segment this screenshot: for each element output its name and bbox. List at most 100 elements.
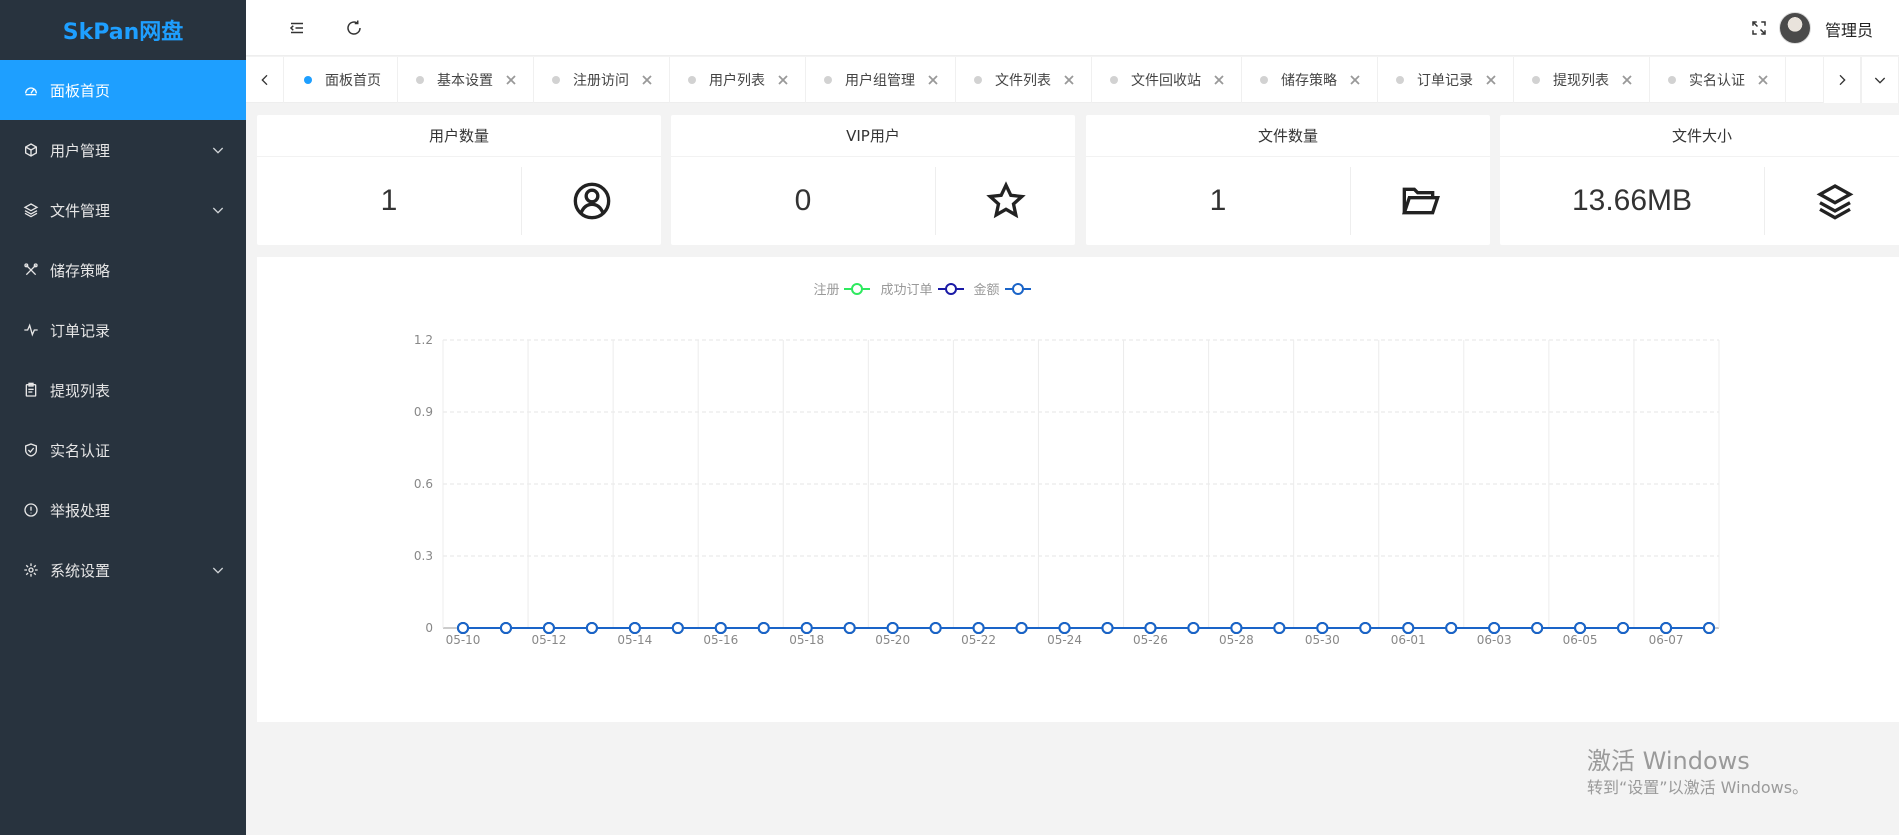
data-point [1617, 622, 1630, 634]
pulse-icon [22, 321, 40, 339]
tab-label: 用户组管理 [845, 73, 915, 89]
card-value: 0 [794, 184, 812, 217]
data-point [1316, 622, 1329, 634]
x-tick-label: 05-16 [703, 633, 738, 647]
layers-icon [1765, 157, 1899, 245]
sidebar-item-3[interactable]: 储存策略 [0, 240, 246, 300]
x-tick-label: 05-28 [1219, 633, 1254, 647]
sidebar-item-label: 储存策略 [50, 261, 111, 280]
tab-status-dot [1110, 76, 1118, 84]
tab-7[interactable]: 储存策略 [1242, 57, 1378, 103]
star-icon [936, 157, 1075, 245]
sidebar-item-1[interactable]: 用户管理 [0, 120, 246, 180]
close-icon[interactable] [1621, 74, 1633, 86]
tab-3[interactable]: 用户列表 [670, 57, 806, 103]
x-tick-label: 06-07 [1649, 633, 1684, 647]
data-point [499, 622, 512, 634]
tabs-scroll-right-icon[interactable] [1823, 57, 1861, 103]
chevron-down-icon [210, 202, 226, 218]
user-name[interactable]: 管理员 [1825, 17, 1873, 41]
tab-0[interactable]: 面板首页 [286, 57, 398, 103]
sidebar-item-label: 举报处理 [50, 501, 111, 520]
tab-status-dot [304, 76, 312, 84]
card-value: 1 [380, 184, 398, 217]
sidebar-item-8[interactable]: 系统设置 [0, 540, 246, 600]
refresh-icon[interactable] [342, 16, 366, 40]
close-icon[interactable] [1757, 74, 1769, 86]
close-icon[interactable] [505, 74, 517, 86]
tab-status-dot [1668, 76, 1676, 84]
x-tick-label: 05-10 [446, 633, 481, 647]
x-tick-label: 05-12 [531, 633, 566, 647]
y-tick-label: 0.3 [414, 549, 433, 563]
close-icon[interactable] [1485, 74, 1497, 86]
collapse-menu-icon[interactable] [285, 16, 309, 40]
avatar[interactable] [1779, 12, 1811, 44]
tab-status-dot [688, 76, 696, 84]
sidebar-item-0[interactable]: 面板首页 [0, 60, 246, 120]
data-point [542, 622, 555, 634]
tabs-scroll-left-icon[interactable] [246, 57, 284, 103]
x-tick-label: 05-18 [789, 633, 824, 647]
tab-8[interactable]: 订单记录 [1378, 57, 1514, 103]
data-point [886, 622, 899, 634]
tab-2[interactable]: 注册访问 [534, 57, 670, 103]
shield-check-icon [22, 441, 40, 459]
tab-status-dot [824, 76, 832, 84]
close-icon[interactable] [927, 74, 939, 86]
tab-label: 基本设置 [437, 73, 493, 89]
sidebar-item-6[interactable]: 实名认证 [0, 420, 246, 480]
dashboard-icon [22, 81, 40, 99]
close-icon[interactable] [1349, 74, 1361, 86]
data-point [1445, 622, 1458, 634]
data-point [1488, 622, 1501, 634]
fullscreen-icon[interactable] [1747, 16, 1771, 40]
sidebar-item-4[interactable]: 订单记录 [0, 300, 246, 360]
x-tick-label: 05-26 [1133, 633, 1168, 647]
x-tick-label: 05-30 [1305, 633, 1340, 647]
tab-5[interactable]: 文件列表 [956, 57, 1092, 103]
tab-1[interactable]: 基本设置 [398, 57, 534, 103]
data-point [843, 622, 856, 634]
x-tick-label: 06-01 [1391, 633, 1426, 647]
top-header: 管理员 [246, 0, 1899, 56]
close-icon[interactable] [641, 74, 653, 86]
x-tick-label: 06-03 [1477, 633, 1512, 647]
data-point [1359, 622, 1372, 634]
data-point [1058, 622, 1071, 634]
x-tick-label: 05-14 [617, 633, 652, 647]
sidebar-item-label: 提现列表 [50, 381, 111, 400]
sidebar-item-label: 面板首页 [50, 81, 111, 100]
watermark-line-1: 激活 Windows [1587, 747, 1750, 775]
tab-9[interactable]: 提现列表 [1514, 57, 1650, 103]
tabs-dropdown-icon[interactable] [1861, 57, 1899, 103]
sidebar-item-5[interactable]: 提现列表 [0, 360, 246, 420]
windows-activation-watermark: 激活 Windows 转到“设置”以激活 Windows。 [1587, 745, 1808, 799]
tab-4[interactable]: 用户组管理 [806, 57, 956, 103]
user-circle-icon [522, 157, 661, 245]
watermark-line-2: 转到“设置”以激活 Windows。 [1587, 778, 1809, 797]
tab-status-dot [974, 76, 982, 84]
data-point [1402, 622, 1415, 634]
close-icon[interactable] [1063, 74, 1075, 86]
sidebar-item-2[interactable]: 文件管理 [0, 180, 246, 240]
tab-6[interactable]: 文件回收站 [1092, 57, 1242, 103]
close-icon[interactable] [1213, 74, 1225, 86]
sidebar-item-7[interactable]: 举报处理 [0, 480, 246, 540]
tab-10[interactable]: 实名认证 [1650, 57, 1786, 103]
data-point [972, 622, 985, 634]
data-point [585, 622, 598, 634]
app-logo[interactable]: SkPan网盘 [0, 0, 246, 60]
data-point [757, 622, 770, 634]
clipboard-icon [22, 381, 40, 399]
close-icon[interactable] [777, 74, 789, 86]
info-circle-icon [22, 501, 40, 519]
tab-label: 提现列表 [1553, 73, 1609, 89]
card-title: 文件大小 [1500, 115, 1899, 157]
tab-label: 储存策略 [1281, 73, 1337, 89]
sidebar-menu: 面板首页用户管理 文件管理储存策略订单记录提现列表实名认证举报处理系统设置 [0, 60, 246, 600]
tools-icon [22, 261, 40, 279]
folder-open-icon [1351, 157, 1490, 245]
data-point [1015, 622, 1028, 634]
tab-status-dot [552, 76, 560, 84]
